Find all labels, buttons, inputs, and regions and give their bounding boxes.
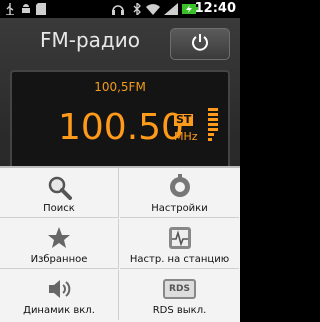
menu-item-label: Избранное — [30, 254, 88, 265]
wifi-icon — [146, 3, 160, 15]
menu-item-speaker[interactable]: Динамик вкл. — [0, 270, 119, 320]
menu-item-rds[interactable]: RDS RDS выкл. — [120, 270, 239, 320]
menu-item-label: Динамик вкл. — [23, 305, 95, 316]
menu-item-label: Поиск — [43, 203, 75, 214]
station-name: 100,5FM — [94, 80, 146, 94]
menu-item-label: Настройки — [151, 203, 208, 214]
status-time: 12:40 — [194, 1, 236, 16]
frequency-unit: MHz — [174, 130, 198, 143]
settings-icon — [120, 174, 239, 200]
usb-icon — [4, 3, 16, 15]
menu-item-label: RDS выкл. — [152, 305, 207, 316]
android-icon — [20, 3, 32, 15]
menu-item-tune-station[interactable]: Настр. на станцию — [120, 219, 239, 269]
page-title: FM-радио — [40, 28, 140, 52]
status-bar: 12:40 — [0, 0, 240, 18]
sd-card-icon — [36, 3, 46, 15]
signal-meter — [208, 108, 218, 152]
menu-item-search[interactable]: Поиск — [0, 168, 119, 218]
power-icon — [191, 33, 209, 55]
menu-item-label: Настр. на станцию — [129, 254, 230, 265]
options-menu: Поиск Настройки Избранное Настр. на стан… — [0, 166, 240, 322]
frequency-display: 100,5FM 100.50 ST MHz — [10, 70, 230, 180]
menu-item-settings[interactable]: Настройки — [120, 168, 239, 218]
star-icon — [0, 225, 118, 251]
fm-radio-app: FM-радио 100,5FM 100.50 ST MHz Поиск Нас… — [0, 18, 240, 322]
speaker-icon — [0, 276, 118, 302]
rds-icon: RDS — [120, 276, 239, 302]
search-icon — [0, 174, 118, 200]
power-button[interactable] — [170, 28, 230, 60]
menu-item-favorites[interactable]: Избранное — [0, 219, 119, 269]
bluetooth-icon — [132, 3, 142, 15]
frequency-value: 100.50 — [58, 107, 184, 148]
headset-icon — [110, 3, 126, 15]
signal-icon — [164, 3, 178, 15]
tune-station-icon — [120, 225, 239, 251]
stereo-badge: ST — [174, 113, 194, 126]
rds-icon-label: RDS — [163, 279, 196, 299]
